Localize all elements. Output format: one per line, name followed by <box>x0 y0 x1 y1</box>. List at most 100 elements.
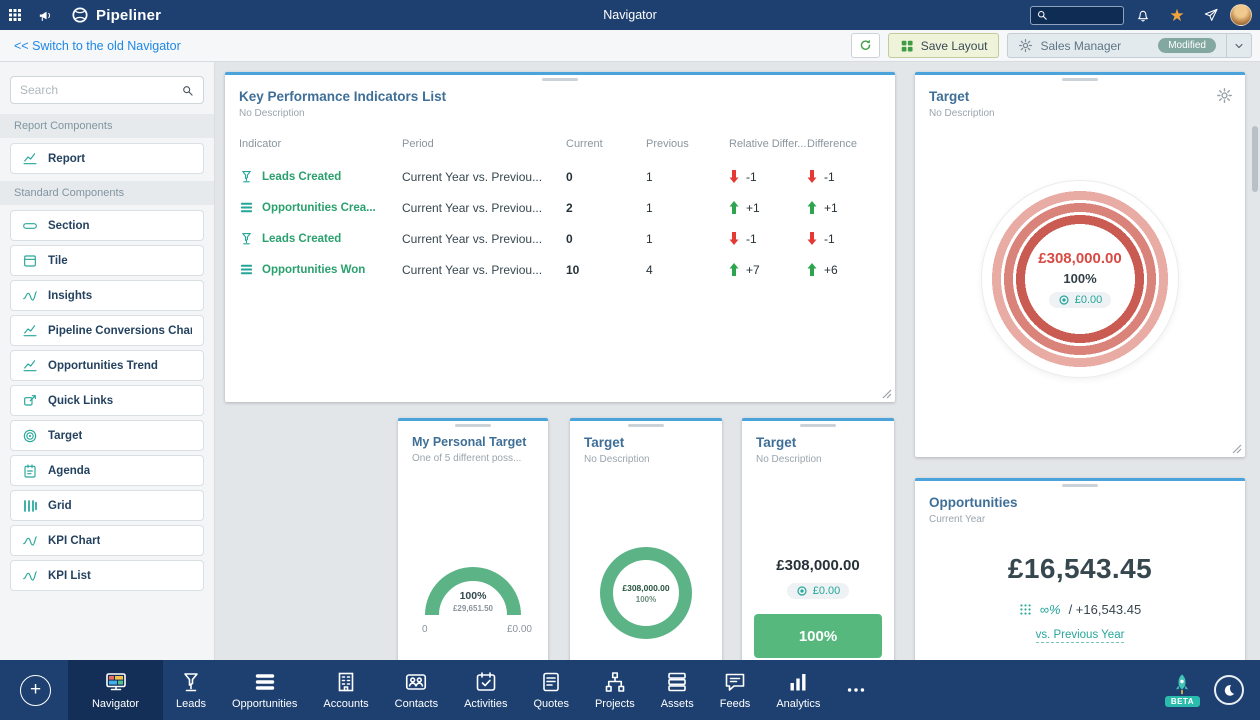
sidebar-item-report[interactable]: Report <box>10 143 204 174</box>
resize-handle[interactable] <box>882 389 892 399</box>
moon-icon <box>1222 683 1237 698</box>
indicator-link[interactable]: Opportunities Won <box>239 262 402 277</box>
card-subtitle: Current Year <box>929 514 1231 525</box>
nav-item-analytics[interactable]: Analytics <box>763 660 833 720</box>
chevron-down-icon <box>1233 40 1245 52</box>
beta-badge: BETA <box>1165 696 1200 707</box>
sidebar-search-input[interactable] <box>20 83 175 97</box>
sidebar-item-quick-links[interactable]: Quick Links <box>10 385 204 416</box>
opportunities-icon <box>253 670 277 694</box>
sidebar-section-header: Standard Components <box>0 181 214 205</box>
gauge-axis-labels: 0 £0.00 <box>422 624 532 635</box>
relative-difference-cell: +1 <box>729 201 807 215</box>
sidebar-item-target[interactable]: Target <box>10 420 204 451</box>
accounts-building-icon <box>334 670 358 694</box>
target-secondary: £0.00 <box>1049 292 1112 308</box>
wave-icon <box>22 533 38 549</box>
beta-rocket-button[interactable]: BETA <box>1165 673 1200 707</box>
trend-down-icon <box>729 232 739 245</box>
assets-layers-icon <box>665 670 689 694</box>
sidebar-section-header: Report Components <box>0 114 214 138</box>
sidebar-item-insights[interactable]: Insights <box>10 280 204 311</box>
semicircle-gauge: 100% £29,651.50 <box>425 567 521 615</box>
toolbar-actions: Save Layout Sales Manager Modified <box>851 33 1252 58</box>
global-search-input[interactable] <box>1052 9 1118 21</box>
target-icon <box>796 585 808 597</box>
external-link-icon <box>22 393 38 409</box>
indicator-link[interactable]: Opportunities Crea... <box>239 200 402 215</box>
trend-up-icon <box>729 201 739 214</box>
sidebar-item-opportunities-trend[interactable]: Opportunities Trend <box>10 350 204 381</box>
nav-item-activities[interactable]: Activities <box>451 660 520 720</box>
resize-handle[interactable] <box>1232 444 1242 454</box>
modified-badge: Modified <box>1158 38 1216 53</box>
current-cell: 0 <box>566 170 646 184</box>
main-content: Report Components Report Standard Compon… <box>0 62 1260 660</box>
donut-gauge: £308,000.00 100% <box>600 547 692 639</box>
sidebar-item-kpi-chart[interactable]: KPI Chart <box>10 525 204 556</box>
bottom-navigation: + Navigator Leads Opportunities Accounts… <box>0 660 1260 720</box>
target-progress-card: Target No Description £308,000.00 £0.00 … <box>742 418 894 660</box>
target-amount: £308,000.00 <box>742 557 894 574</box>
refresh-button[interactable] <box>851 33 880 58</box>
card-subtitle: One of 5 different poss... <box>412 453 534 464</box>
progress-bar: 100% <box>754 614 882 658</box>
card-settings-gear-icon[interactable] <box>1216 87 1233 104</box>
add-new-button[interactable]: + <box>20 675 51 706</box>
donut-percent: 100% <box>636 595 656 604</box>
profile-dropdown-button[interactable] <box>1226 34 1251 57</box>
user-avatar[interactable] <box>1230 4 1252 26</box>
notifications-bell-icon[interactable] <box>1128 0 1158 30</box>
opportunities-value: £16,543.45 <box>915 553 1245 585</box>
nav-item-projects[interactable]: Projects <box>582 660 648 720</box>
period-cell: Current Year vs. Previou... <box>402 170 566 184</box>
nav-item-assets[interactable]: Assets <box>648 660 707 720</box>
dashboard-canvas: Key Performance Indicators List No Descr… <box>215 62 1260 660</box>
card-title: Target <box>929 89 1231 104</box>
trend-up-icon <box>729 263 739 276</box>
sidebar-item-section[interactable]: Section <box>10 210 204 241</box>
opportunities-icon <box>239 200 254 215</box>
nav-item-navigator[interactable]: Navigator <box>68 660 163 720</box>
sidebar-item-agenda[interactable]: Agenda <box>10 455 204 486</box>
switch-old-navigator-link[interactable]: << Switch to the old Navigator <box>14 39 181 53</box>
nav-item-feeds[interactable]: Feeds <box>707 660 764 720</box>
save-layout-label: Save Layout <box>921 39 988 53</box>
target-secondary: £0.00 <box>787 583 850 599</box>
send-icon[interactable] <box>1196 0 1226 30</box>
sidebar-item-tile[interactable]: Tile <box>10 245 204 276</box>
save-layout-button[interactable]: Save Layout <box>888 33 1000 58</box>
canvas-scrollbar-thumb[interactable] <box>1252 126 1258 192</box>
favorites-star-icon[interactable]: ★ <box>1162 0 1192 30</box>
profile-selector-main[interactable]: Sales Manager Modified <box>1008 38 1226 53</box>
current-cell: 10 <box>566 263 646 277</box>
global-search-box <box>1030 6 1124 25</box>
sidebar-item-kpi-list[interactable]: KPI List <box>10 560 204 591</box>
sidebar-item-pipeline-conversions-chart[interactable]: Pipeline Conversions Chart <box>10 315 204 346</box>
gear-icon <box>1018 38 1033 53</box>
nav-item-quotes[interactable]: Quotes <box>521 660 582 720</box>
trend-up-icon <box>807 263 817 276</box>
trend-down-icon <box>807 232 817 245</box>
nav-more-button[interactable] <box>833 660 879 720</box>
nav-item-accounts[interactable]: Accounts <box>310 660 381 720</box>
target-icon <box>22 428 38 444</box>
nav-item-contacts[interactable]: Contacts <box>382 660 451 720</box>
nav-item-leads[interactable]: Leads <box>163 660 219 720</box>
delta-value: / +16,543.45 <box>1069 602 1142 617</box>
nav-item-opportunities[interactable]: Opportunities <box>219 660 310 720</box>
comparison-link[interactable]: vs. Previous Year <box>1036 629 1125 643</box>
sidebar-item-grid[interactable]: Grid <box>10 490 204 521</box>
feeds-bubble-icon <box>723 670 747 694</box>
contacts-icon <box>404 670 428 694</box>
axis-min: 0 <box>422 624 428 635</box>
period-cell: Current Year vs. Previou... <box>402 201 566 215</box>
donut-amount: £308,000.00 <box>622 583 669 593</box>
dark-mode-moon-button[interactable] <box>1214 675 1244 705</box>
indicator-link[interactable]: Leads Created <box>239 169 402 184</box>
indicator-link[interactable]: Leads Created <box>239 231 402 246</box>
relative-difference-cell: -1 <box>729 232 807 246</box>
difference-cell: +1 <box>807 201 881 215</box>
card-title: My Personal Target <box>412 435 534 449</box>
delta-percent: ∞% <box>1040 602 1061 617</box>
